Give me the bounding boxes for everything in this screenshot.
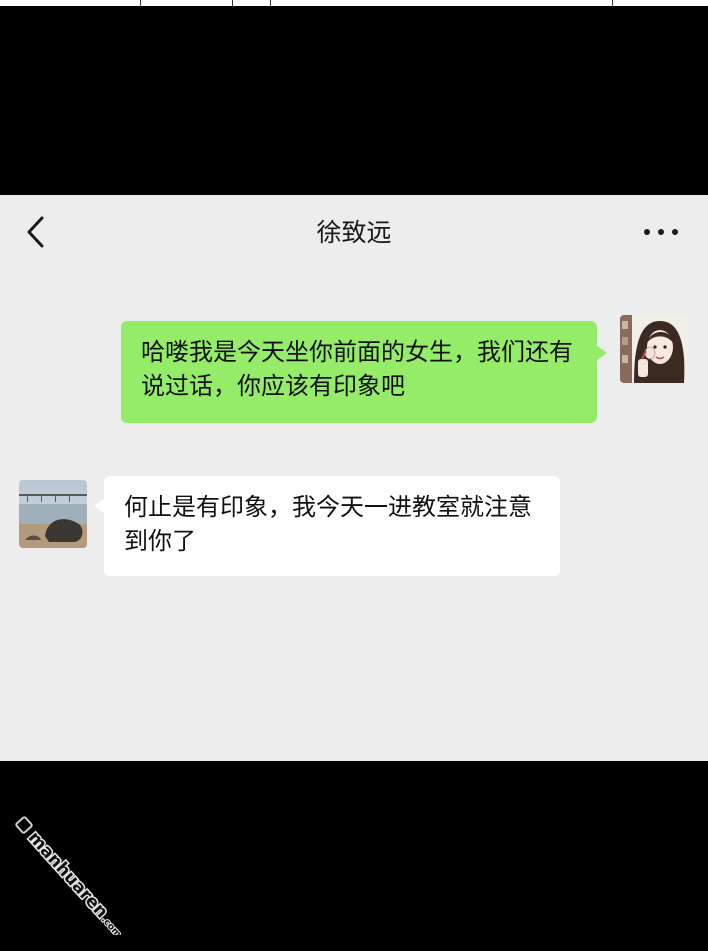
girl-portrait-avatar-icon (620, 315, 688, 383)
svg-text:.com: .com (99, 915, 123, 935)
sent-message-text: 哈喽我是今天坐你前面的女生，我们还有说过话，你应该有印象吧 (141, 338, 573, 400)
my-avatar[interactable] (620, 315, 688, 383)
sent-message-bubble[interactable]: 哈喽我是今天坐你前面的女生，我们还有说过话，你应该有印象吧 (121, 321, 607, 423)
received-message-bubble[interactable]: 何止是有印象，我今天一进教室就注意到你了 (94, 476, 560, 576)
svg-text:manhuaren: manhuaren (24, 828, 112, 922)
chat-title: 徐致远 (316, 218, 392, 247)
seaside-rock-avatar-icon (19, 480, 87, 548)
back-button[interactable] (18, 213, 58, 253)
chat-screen: 徐致远 哈喽我是今天坐你前面的女生，我们还有说过话，你应该有印象吧 何止是有印象… (0, 195, 708, 761)
chat-navbar: 徐致远 (0, 195, 708, 271)
contact-avatar[interactable] (19, 480, 87, 548)
received-message-text: 何止是有印象，我今天一进教室就注意到你了 (124, 493, 532, 555)
watermark-logo: manhuaren .com (8, 815, 158, 941)
more-button[interactable] (640, 217, 684, 247)
more-dots-icon (644, 229, 678, 235)
chevron-left-icon (27, 216, 44, 248)
panel-top-strip (0, 0, 708, 6)
